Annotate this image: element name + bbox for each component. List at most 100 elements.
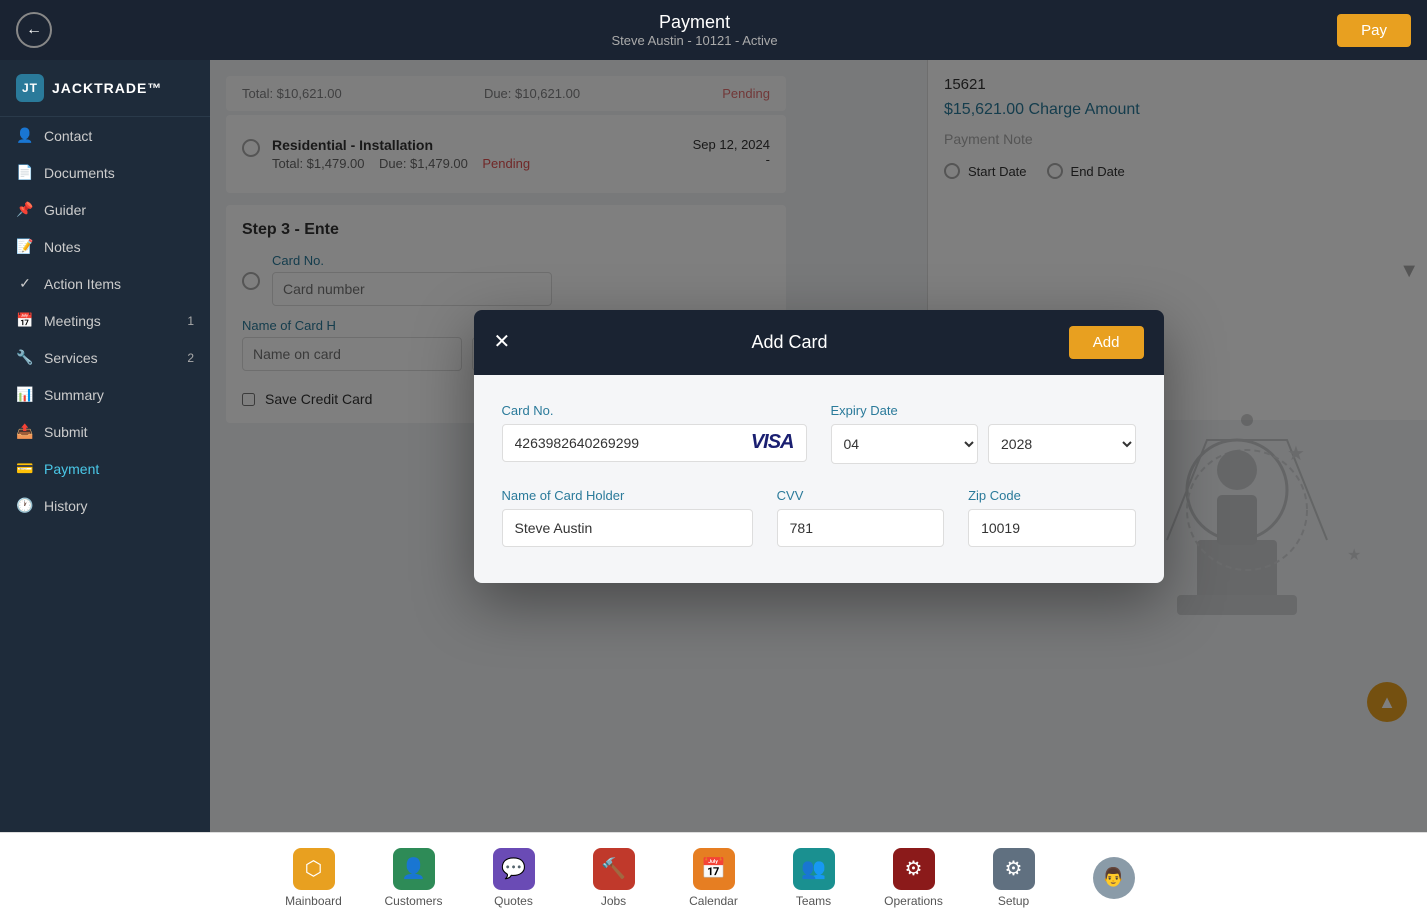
nav-label-setup: Setup [998, 894, 1029, 908]
guider-icon: 📌 [16, 201, 34, 218]
customers-icon: 👤 [393, 848, 435, 890]
expiry-month-select[interactable]: 01020304 05060708 09101112 [831, 424, 979, 464]
action-items-icon: ✓ [16, 275, 34, 292]
nav-item-customers[interactable]: 👤 Customers [364, 840, 464, 916]
card-no-label: Card No. [502, 403, 807, 418]
modal-body: Card No. VISA Expiry Date 01020304 0506 [474, 375, 1164, 583]
nav-item-mainboard[interactable]: ⬡ Mainboard [264, 840, 364, 916]
services-icon: 🔧 [16, 349, 34, 366]
nav-item-setup[interactable]: ⚙ Setup [964, 840, 1064, 916]
expiry-date-field: Expiry Date 01020304 05060708 09101112 2… [831, 403, 1136, 464]
card-form-row2: Name of Card Holder CVV Zip Code [502, 488, 1136, 547]
sidebar-item-label: Meetings [44, 313, 101, 329]
sidebar-item-label: Payment [44, 461, 99, 477]
nav-label-operations: Operations [884, 894, 943, 908]
zip-label: Zip Code [968, 488, 1135, 503]
setup-icon: ⚙ [993, 848, 1035, 890]
services-count: 2 [187, 351, 194, 365]
sidebar-item-label: History [44, 498, 88, 514]
cvv-label: CVV [777, 488, 944, 503]
nav-item-calendar[interactable]: 📅 Calendar [664, 840, 764, 916]
jobs-icon: 🔨 [593, 848, 635, 890]
quotes-icon: 💬 [493, 848, 535, 890]
holder-field: Name of Card Holder [502, 488, 753, 547]
zip-input[interactable] [968, 509, 1135, 547]
sidebar-item-services[interactable]: 🔧 Services 2 [0, 339, 210, 376]
meetings-icon: 📅 [16, 312, 34, 329]
profile-avatar: 👨 [1093, 857, 1135, 899]
holder-input[interactable] [502, 509, 753, 547]
notes-icon: 📝 [16, 238, 34, 255]
card-no-input[interactable] [503, 425, 739, 461]
modal-close-button[interactable]: ✕ [494, 332, 511, 352]
contact-icon: 👤 [16, 127, 34, 144]
nav-item-operations[interactable]: ⚙ Operations [864, 840, 964, 916]
logo-icon: JT [16, 74, 44, 102]
summary-icon: 📊 [16, 386, 34, 403]
nav-label-mainboard: Mainboard [285, 894, 342, 908]
sidebar-item-summary[interactable]: 📊 Summary [0, 376, 210, 413]
card-input-wrap: VISA [502, 424, 807, 462]
sidebar-item-documents[interactable]: 📄 Documents [0, 154, 210, 191]
sidebar-item-notes[interactable]: 📝 Notes [0, 228, 210, 265]
sidebar-item-label: Contact [44, 128, 92, 144]
nav-item-jobs[interactable]: 🔨 Jobs [564, 840, 664, 916]
sidebar-item-label: Submit [44, 424, 88, 440]
bottom-nav: ⬡ Mainboard 👤 Customers 💬 Quotes 🔨 Jobs … [0, 832, 1427, 922]
sidebar-item-label: Guider [44, 202, 86, 218]
visa-logo: VISA [739, 431, 806, 454]
nav-item-quotes[interactable]: 💬 Quotes [464, 840, 564, 916]
sidebar-item-label: Summary [44, 387, 104, 403]
card-form-row1: Card No. VISA Expiry Date 01020304 0506 [502, 403, 1136, 464]
teams-icon: 👥 [793, 848, 835, 890]
modal-title: Add Card [510, 332, 1069, 353]
documents-icon: 📄 [16, 164, 34, 181]
calendar-icon: 📅 [693, 848, 735, 890]
back-button[interactable]: ← [16, 12, 52, 48]
sidebar-item-contact[interactable]: 👤 Contact [0, 117, 210, 154]
sidebar-item-label: Action Items [44, 276, 121, 292]
meetings-count: 1 [187, 314, 194, 328]
sidebar-item-guider[interactable]: 📌 Guider [0, 191, 210, 228]
main-content: Total: $10,621.00 Due: $10,621.00 Pendin… [210, 60, 1427, 832]
nav-label-quotes: Quotes [494, 894, 533, 908]
logo-text: JACKTRADE™ [52, 80, 162, 96]
sidebar-item-submit[interactable]: 📤 Submit [0, 413, 210, 450]
sidebar-item-action-items[interactable]: ✓ Action Items [0, 265, 210, 302]
pay-button[interactable]: Pay [1337, 14, 1411, 47]
top-header: ← Payment Steve Austin - 10121 - Active … [0, 0, 1427, 60]
mainboard-icon: ⬡ [293, 848, 335, 890]
sidebar-item-label: Notes [44, 239, 81, 255]
expiry-row: 01020304 05060708 09101112 2024202520262… [831, 424, 1136, 464]
modal-add-button[interactable]: Add [1069, 326, 1144, 359]
nav-item-teams[interactable]: 👥 Teams [764, 840, 864, 916]
submit-icon: 📤 [16, 423, 34, 440]
zip-field: Zip Code [968, 488, 1135, 547]
sidebar-item-history[interactable]: 🕐 History [0, 487, 210, 524]
page-subtitle: Steve Austin - 10121 - Active [611, 33, 777, 48]
operations-icon: ⚙ [893, 848, 935, 890]
history-icon: 🕐 [16, 497, 34, 514]
cvv-field: CVV [777, 488, 944, 547]
nav-label-calendar: Calendar [689, 894, 738, 908]
nav-label-teams: Teams [796, 894, 831, 908]
holder-label: Name of Card Holder [502, 488, 753, 503]
card-no-field: Card No. VISA [502, 403, 807, 464]
modal-header: ✕ Add Card Add [474, 310, 1164, 375]
payment-icon: 💳 [16, 460, 34, 477]
header-center: Payment Steve Austin - 10121 - Active [611, 12, 777, 48]
sidebar-item-meetings[interactable]: 📅 Meetings 1 [0, 302, 210, 339]
sidebar-item-label: Documents [44, 165, 115, 181]
cvv-input[interactable] [777, 509, 944, 547]
sidebar-logo: JT JACKTRADE™ [0, 60, 210, 117]
expiry-year-select[interactable]: 2024202520262027 202820292030 [988, 424, 1136, 464]
nav-label-customers: Customers [384, 894, 442, 908]
sidebar-item-label: Services [44, 350, 98, 366]
sidebar: JT JACKTRADE™ 👤 Contact 📄 Documents 📌 Gu… [0, 60, 210, 832]
modal-overlay: ✕ Add Card Add Card No. VISA [210, 60, 1427, 832]
nav-item-profile[interactable]: 👨 [1064, 849, 1164, 907]
nav-label-jobs: Jobs [601, 894, 626, 908]
page-title: Payment [611, 12, 777, 33]
sidebar-item-payment[interactable]: 💳 Payment [0, 450, 210, 487]
add-card-modal: ✕ Add Card Add Card No. VISA [474, 310, 1164, 583]
